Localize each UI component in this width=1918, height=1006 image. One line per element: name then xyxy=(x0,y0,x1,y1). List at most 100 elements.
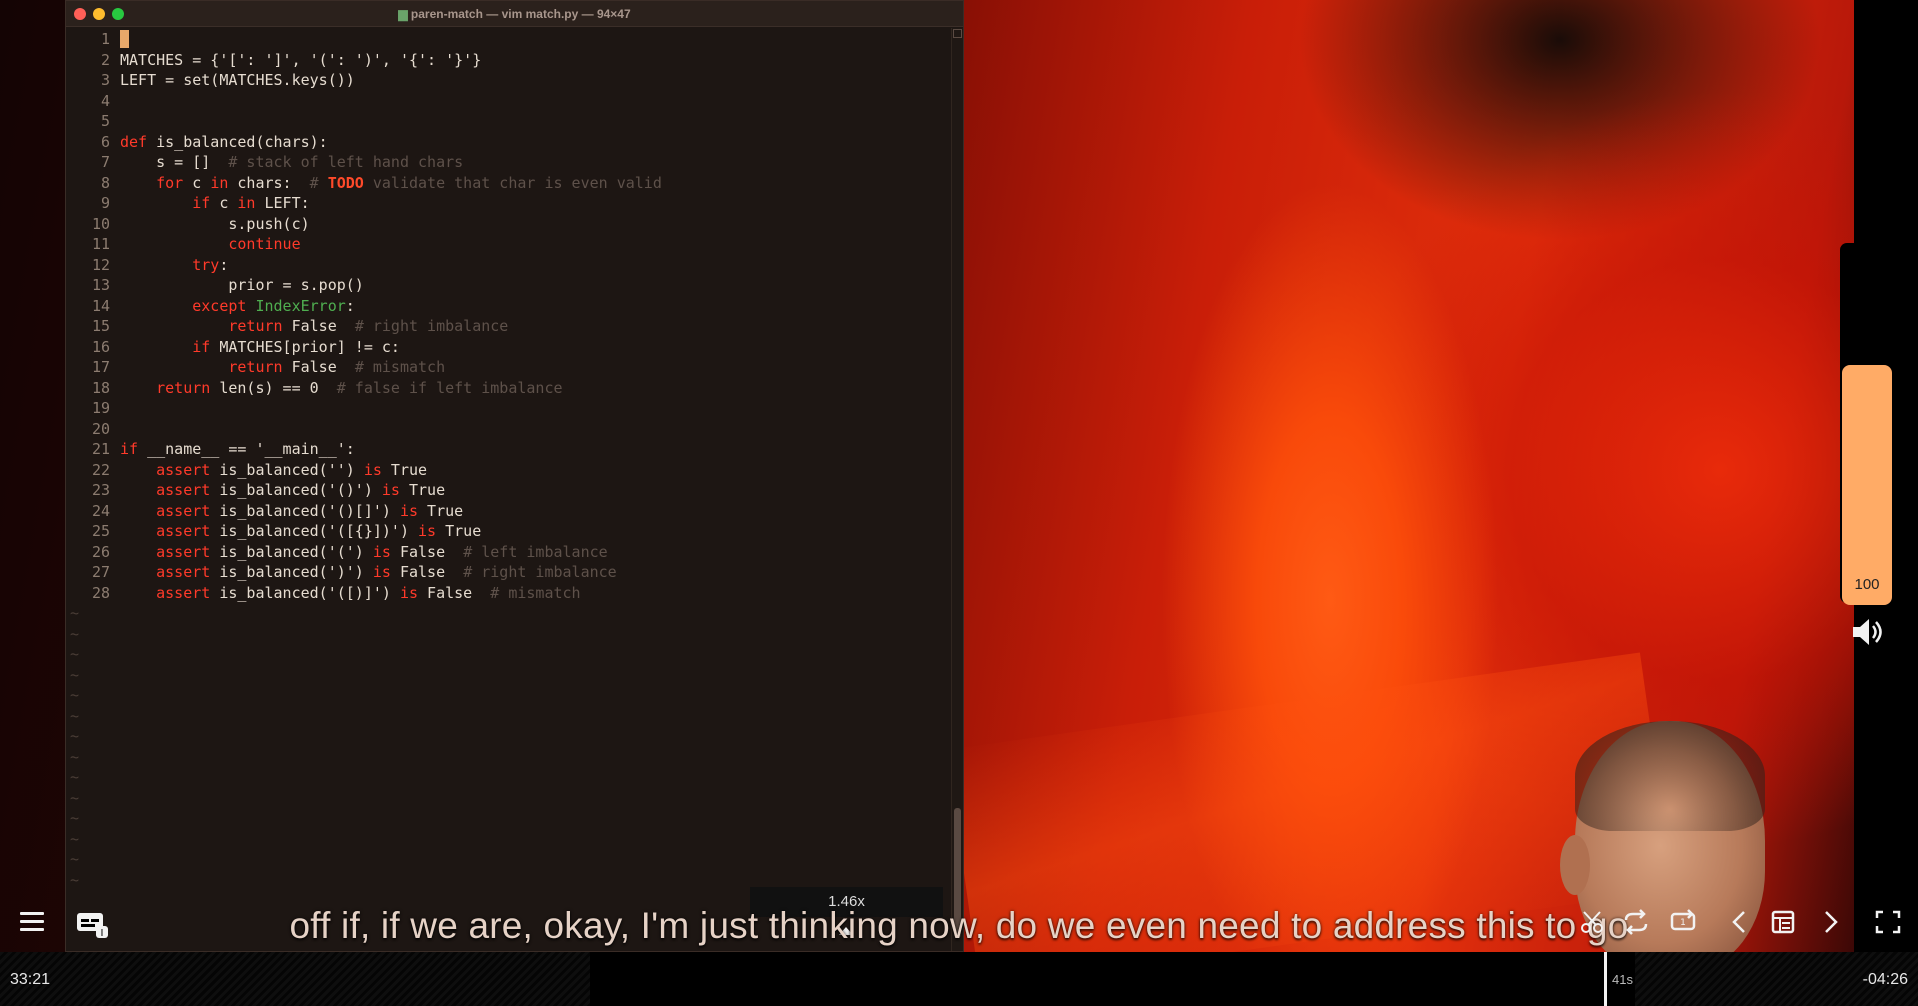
code-text[interactable]: LEFT = set(MATCHES.keys()) xyxy=(118,70,355,91)
loop-icon[interactable] xyxy=(1621,908,1651,936)
playhead[interactable] xyxy=(1604,952,1607,1006)
code-line[interactable]: 22 assert is_balanced('') is True xyxy=(66,460,945,481)
code-text[interactable] xyxy=(118,111,120,132)
code-line[interactable]: 25 assert is_balanced('([{}])') is True xyxy=(66,521,945,542)
code-editor[interactable]: 1 2 MATCHES = {'[': ']', '(': ')', '{': '… xyxy=(66,29,945,890)
window-titlebar[interactable]: ▆ paren-match — vim match.py — 94×47 xyxy=(66,1,963,27)
time-remaining: -04:26 xyxy=(1862,971,1908,988)
code-text[interactable]: assert is_balanced('([)]') is False # mi… xyxy=(118,583,580,604)
code-text[interactable] xyxy=(118,419,120,440)
volume-value: 100 xyxy=(1854,576,1880,593)
code-line[interactable]: 26 assert is_balanced('(') is False # le… xyxy=(66,542,945,563)
code-text[interactable]: prior = s.pop() xyxy=(118,275,363,296)
code-line[interactable]: 8 for c in chars: # TODO validate that c… xyxy=(66,173,945,194)
line-number: 27 xyxy=(91,563,110,581)
code-line[interactable]: 23 assert is_balanced('()') is True xyxy=(66,480,945,501)
code-line[interactable]: 6 def is_balanced(chars): xyxy=(66,132,945,153)
code-line[interactable]: 14 except IndexError: xyxy=(66,296,945,317)
code-line[interactable]: 1 xyxy=(66,29,945,50)
time-elapsed: 33:21 xyxy=(10,971,51,988)
code-line[interactable]: 12 try: xyxy=(66,255,945,276)
tilde-marker: ~ xyxy=(70,829,80,848)
chevron-right-icon[interactable] xyxy=(1815,908,1845,936)
chapters-icon[interactable] xyxy=(1768,908,1798,936)
line-number: 1 xyxy=(100,30,110,48)
code-text[interactable]: s = [] # stack of left hand chars xyxy=(118,152,463,173)
code-line[interactable]: 7 s = [] # stack of left hand chars xyxy=(66,152,945,173)
line-number: 18 xyxy=(91,378,110,397)
code-text[interactable]: assert is_balanced('(') is False # left … xyxy=(118,542,608,563)
code-line[interactable]: 17 return False # mismatch xyxy=(66,357,945,378)
tilde-marker: ~ xyxy=(70,686,80,704)
line-number: 4 xyxy=(100,91,110,110)
cut-icon[interactable] xyxy=(1578,908,1608,936)
code-line[interactable]: 13 prior = s.pop() xyxy=(66,275,945,296)
code-text[interactable]: MATCHES = {'[': ']', '(': ')', '{': '}'} xyxy=(118,50,481,71)
code-line[interactable]: 5 xyxy=(66,111,945,132)
code-line[interactable]: 15 return False # right imbalance xyxy=(66,316,945,337)
code-text[interactable]: continue xyxy=(118,234,300,255)
chevron-left-icon[interactable] xyxy=(1725,908,1755,936)
code-text[interactable]: def is_balanced(chars): xyxy=(118,132,328,153)
repeat-icon[interactable]: 1 xyxy=(1668,908,1698,936)
folder-icon: ▆ xyxy=(398,7,408,21)
tilde-marker: ~ xyxy=(70,727,80,745)
code-line[interactable]: 21 if __name__ == '__main__': xyxy=(66,439,945,460)
line-number: 22 xyxy=(91,460,110,479)
hamburger-menu-icon[interactable] xyxy=(20,912,44,932)
code-text[interactable]: return False # mismatch xyxy=(118,357,445,378)
fullscreen-icon[interactable] xyxy=(1873,908,1903,936)
empty-buffer-line: ~ xyxy=(66,849,945,870)
code-line[interactable]: 27 assert is_balanced(')') is False # ri… xyxy=(66,562,945,583)
code-text[interactable]: except IndexError: xyxy=(118,296,355,317)
line-number: 6 xyxy=(100,132,110,151)
code-line[interactable]: 18 return len(s) == 0 # false if left im… xyxy=(66,378,945,399)
speaker-icon[interactable] xyxy=(1850,616,1884,648)
code-text[interactable]: assert is_balanced('()') is True xyxy=(118,480,445,501)
code-text[interactable]: assert is_balanced(')') is False # right… xyxy=(118,562,617,583)
terminal-window[interactable]: ▆ paren-match — vim match.py — 94×47 1 2… xyxy=(65,0,964,952)
line-number: 9 xyxy=(100,194,110,212)
code-line[interactable]: 2 MATCHES = {'[': ']', '(': ')', '{': '}'… xyxy=(66,50,945,71)
code-text[interactable]: try: xyxy=(118,255,228,276)
code-line[interactable]: 4 xyxy=(66,91,945,112)
code-text[interactable]: assert is_balanced('') is True xyxy=(118,460,427,481)
code-line[interactable]: 19 xyxy=(66,398,945,419)
tilde-marker: ~ xyxy=(70,706,80,725)
code-text[interactable]: for c in chars: # TODO validate that cha… xyxy=(118,173,662,194)
code-text[interactable]: if MATCHES[prior] != c: xyxy=(118,337,400,358)
code-line[interactable]: 11 continue xyxy=(66,234,945,255)
timeline-bar[interactable]: 33:21 41s -04:26 xyxy=(0,952,1918,1006)
volume-slider[interactable] xyxy=(1842,365,1892,605)
tilde-marker: ~ xyxy=(70,788,80,807)
code-text[interactable]: s.push(c) xyxy=(118,214,309,235)
line-number: 13 xyxy=(91,276,110,294)
code-line[interactable]: 10 s.push(c) xyxy=(66,214,945,235)
tilde-marker: ~ xyxy=(70,809,80,827)
code-text[interactable]: if __name__ == '__main__': xyxy=(118,439,355,460)
empty-buffer-line: ~ xyxy=(66,603,945,624)
code-text[interactable]: return False # right imbalance xyxy=(118,316,508,337)
empty-buffer-line: ~ xyxy=(66,706,945,727)
line-number: 8 xyxy=(100,173,110,192)
editor-scrollbar[interactable] xyxy=(951,28,963,951)
code-line[interactable]: 24 assert is_balanced('()[]') is True xyxy=(66,501,945,522)
line-number: 2 xyxy=(100,50,110,69)
code-line[interactable]: 20 xyxy=(66,419,945,440)
code-text[interactable]: assert is_balanced('()[]') is True xyxy=(118,501,463,522)
subtitles-icon[interactable]: I xyxy=(76,910,110,940)
code-text[interactable] xyxy=(118,91,120,112)
code-line[interactable]: 16 if MATCHES[prior] != c: xyxy=(66,337,945,358)
code-text[interactable]: return len(s) == 0 # false if left imbal… xyxy=(118,378,562,399)
code-text[interactable]: assert is_balanced('([{}])') is True xyxy=(118,521,481,542)
code-text[interactable] xyxy=(118,29,130,50)
empty-buffer-line: ~ xyxy=(66,685,945,706)
code-line[interactable]: 28 assert is_balanced('([)]') is False #… xyxy=(66,583,945,604)
code-line[interactable]: 9 if c in LEFT: xyxy=(66,193,945,214)
code-text[interactable] xyxy=(118,398,120,419)
presenter-hair xyxy=(1575,721,1765,831)
empty-buffer-line: ~ xyxy=(66,747,945,768)
code-line[interactable]: 3 LEFT = set(MATCHES.keys()) xyxy=(66,70,945,91)
line-number: 7 xyxy=(100,153,110,171)
code-text[interactable]: if c in LEFT: xyxy=(118,193,309,214)
